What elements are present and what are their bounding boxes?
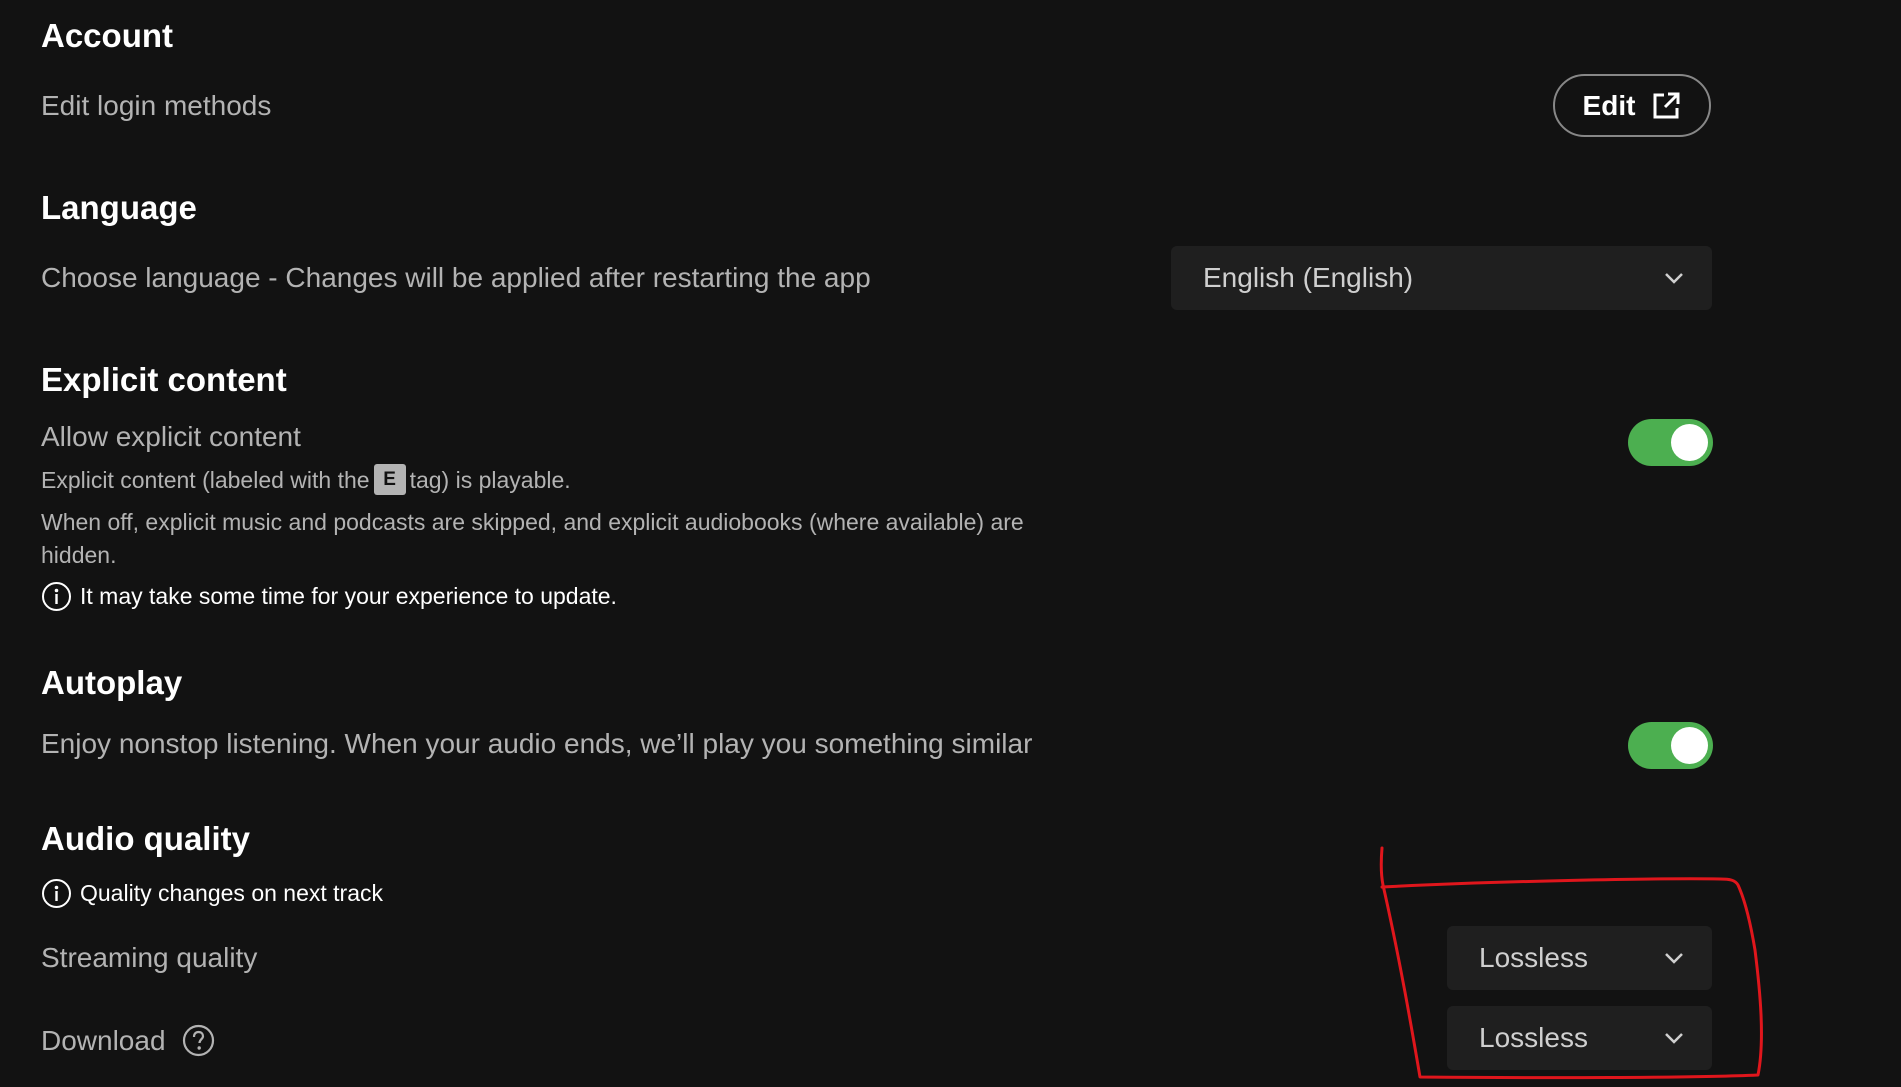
choose-language-label: Choose language - Changes will be applie… — [41, 262, 871, 293]
explicit-description: Explicit content (labeled with the Etag) … — [41, 464, 571, 497]
explicit-content-heading: Explicit content — [41, 361, 287, 398]
streaming-quality-select[interactable]: Lossless — [1447, 926, 1712, 990]
account-heading: Account — [41, 17, 173, 54]
audio-quality-heading: Audio quality — [41, 820, 250, 857]
allow-explicit-label: Allow explicit content — [41, 421, 301, 452]
info-icon — [42, 879, 71, 908]
external-link-icon — [1653, 92, 1680, 118]
toggle-knob — [1671, 727, 1708, 764]
explicit-desc-after: tag) is playable. — [409, 467, 571, 493]
streaming-quality-value: Lossless — [1479, 942, 1588, 973]
chevron-down-icon — [1665, 1033, 1683, 1044]
language-heading: Language — [41, 189, 197, 226]
language-selected-value: English (English) — [1203, 262, 1414, 293]
edit-login-button[interactable]: Edit — [1553, 74, 1711, 137]
autoplay-label: Enjoy nonstop listening. When your audio… — [41, 728, 1033, 759]
download-label: Download — [41, 1024, 166, 1056]
explicit-tag-badge: E — [373, 464, 406, 496]
audio-quality-note-text: Quality changes on next track — [80, 880, 383, 906]
download-row-label: Download — [41, 1024, 215, 1057]
explicit-desc-before: Explicit content (labeled with the — [41, 467, 370, 493]
autoplay-heading: Autoplay — [41, 664, 183, 701]
explicit-description-2: When off, explicit music and podcasts ar… — [41, 509, 1024, 568]
language-select[interactable]: English (English) — [1171, 246, 1712, 310]
help-icon[interactable] — [182, 1024, 215, 1057]
chevron-down-icon — [1665, 953, 1683, 964]
explicit-content-toggle[interactable] — [1628, 419, 1713, 466]
audio-quality-note: Quality changes on next track — [41, 878, 383, 909]
edit-login-methods-label: Edit login methods — [41, 90, 272, 121]
explicit-note-text: It may take some time for your experienc… — [80, 583, 617, 609]
download-quality-select[interactable]: Lossless — [1447, 1006, 1712, 1070]
explicit-note: It may take some time for your experienc… — [41, 581, 617, 612]
download-quality-value: Lossless — [1479, 1022, 1588, 1053]
edit-button-label: Edit — [1582, 89, 1636, 121]
toggle-knob — [1671, 424, 1708, 461]
info-icon — [42, 582, 71, 611]
streaming-quality-label: Streaming quality — [41, 942, 258, 973]
chevron-down-icon — [1665, 273, 1683, 284]
autoplay-toggle[interactable] — [1628, 722, 1713, 769]
